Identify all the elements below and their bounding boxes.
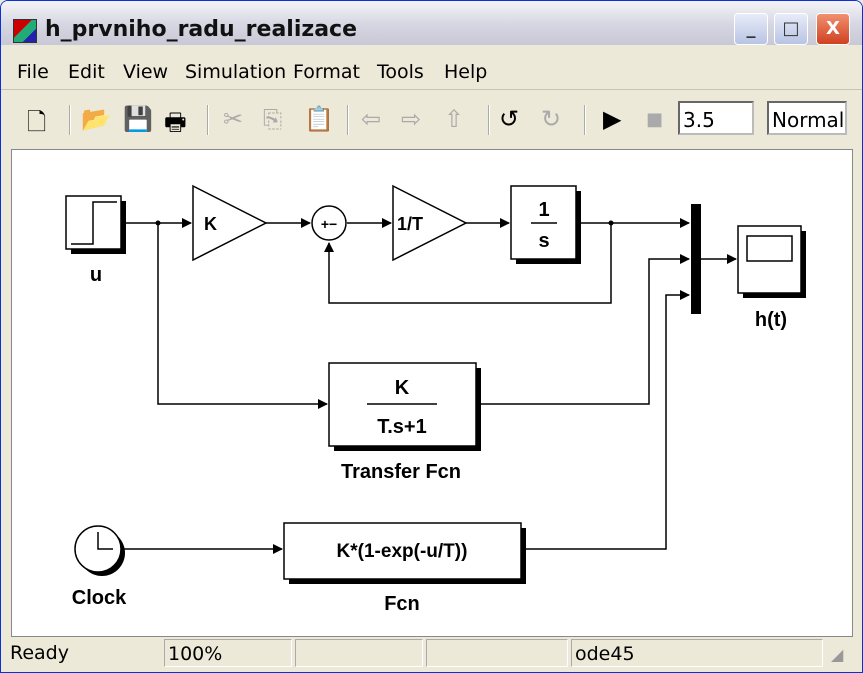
status-solver: ode45 xyxy=(571,639,823,667)
mux-block[interactable] xyxy=(691,204,701,314)
status-cell xyxy=(295,639,423,667)
integrator-block[interactable] xyxy=(510,185,581,264)
gain-value: 1/T xyxy=(397,214,423,234)
tf-label: Transfer Fcn xyxy=(341,461,461,483)
status-cell xyxy=(426,639,568,667)
signal-line xyxy=(157,223,328,409)
fcn-label: Fcn xyxy=(384,593,420,615)
resize-grip-icon[interactable]: ◢ xyxy=(831,645,843,664)
status-bar: Ready 100% ode45 ◢ xyxy=(1,637,862,671)
integrator-numerator: 1 xyxy=(538,199,549,221)
tf-numerator: K xyxy=(395,377,410,399)
step-block[interactable] xyxy=(65,195,126,254)
fcn-expression: K*(1-exp(-u/T)) xyxy=(337,541,468,562)
sum-signs: +− xyxy=(321,216,337,232)
status-zoom: 100% xyxy=(164,639,292,667)
clock-label: Clock xyxy=(72,587,127,609)
scope-block[interactable] xyxy=(737,225,806,298)
clock-block[interactable] xyxy=(74,525,125,576)
status-state: Ready xyxy=(10,642,69,664)
simulink-window: h_prvniho_radu_realizace _ □ X File Edit… xyxy=(0,0,863,673)
gain-value: K xyxy=(204,214,217,234)
signal-line xyxy=(476,254,690,405)
tf-denominator: T.s+1 xyxy=(377,416,426,438)
signal-line xyxy=(521,290,690,550)
integrator-denominator: s xyxy=(538,230,549,252)
block-diagram: u K +− 1/T 1 s h(t) K T.s+1 Transfer Fcn… xyxy=(65,184,806,615)
scope-label: h(t) xyxy=(755,309,787,331)
step-label: u xyxy=(90,264,102,286)
